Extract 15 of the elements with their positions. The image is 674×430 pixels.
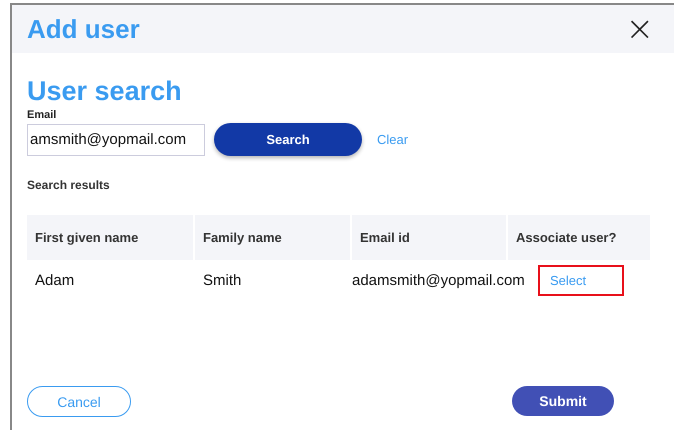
column-header: Family name xyxy=(195,215,352,260)
search-button[interactable]: Search xyxy=(214,123,362,156)
table-cell-text: Smith xyxy=(202,270,242,290)
column-header: Associate user? xyxy=(508,215,652,260)
dialog-title: Add user xyxy=(27,14,140,44)
submit-button[interactable]: Submit xyxy=(512,386,614,416)
table-cell-text: Adam xyxy=(34,270,76,290)
column-header: Email id xyxy=(352,215,508,260)
table-cell: adamsmith@yopmail.com xyxy=(352,272,525,288)
field-label: Email xyxy=(27,109,58,121)
results-label: Search results xyxy=(27,178,111,192)
email-field[interactable]: amsmith@yopmail.com xyxy=(27,124,205,156)
close-button[interactable]: × xyxy=(626,12,654,46)
column-header: First given name xyxy=(27,215,195,260)
section-heading: User search xyxy=(27,75,183,107)
